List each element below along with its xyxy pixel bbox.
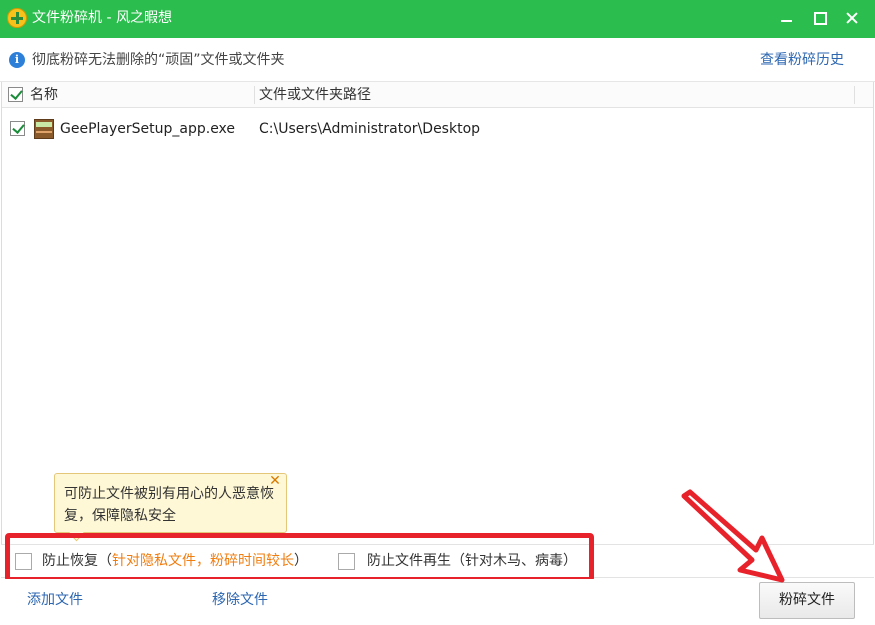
info-icon: i [9, 52, 25, 68]
table-row[interactable]: GeePlayerSetup_app.exe C:\Users\Administ… [2, 116, 873, 142]
tooltip: 可防止文件被别有用心的人恶意恢复，保障隐私安全 ✕ [54, 473, 287, 533]
maximize-icon[interactable] [806, 5, 832, 31]
tooltip-close-icon[interactable]: ✕ [268, 474, 282, 488]
add-file-link[interactable]: 添加文件 [27, 591, 83, 609]
minimize-icon[interactable] [773, 5, 799, 31]
title-bar: 文件粉碎机 - 风之暇想 [0, 0, 875, 38]
list-header: 名称 文件或文件夹路径 [2, 82, 873, 108]
tooltip-text: 可防止文件被别有用心的人恶意恢复，保障隐私安全 [64, 486, 274, 524]
info-message: 彻底粉碎无法删除的“顽固”文件或文件夹 [32, 52, 285, 68]
column-header-path[interactable]: 文件或文件夹路径 [259, 86, 371, 104]
installer-file-icon [34, 119, 54, 139]
red-arrow-icon [681, 489, 785, 583]
close-icon[interactable] [839, 5, 865, 31]
file-path: C:\Users\Administrator\Desktop [259, 121, 481, 137]
info-bar: i 彻底粉碎无法删除的“顽固”文件或文件夹 查看粉碎历史 [0, 38, 875, 82]
select-all-checkbox[interactable] [8, 87, 23, 102]
column-separator[interactable] [254, 86, 255, 104]
row-checkbox[interactable] [10, 121, 25, 136]
window-title: 文件粉碎机 - 风之暇想 [32, 10, 172, 26]
file-name: GeePlayerSetup_app.exe [60, 121, 236, 137]
app-logo-icon [7, 8, 27, 28]
column-separator[interactable] [854, 86, 855, 104]
column-header-name[interactable]: 名称 [30, 86, 58, 104]
remove-file-link[interactable]: 移除文件 [212, 591, 268, 609]
view-history-link[interactable]: 查看粉碎历史 [760, 51, 844, 69]
highlight-box [5, 533, 594, 582]
